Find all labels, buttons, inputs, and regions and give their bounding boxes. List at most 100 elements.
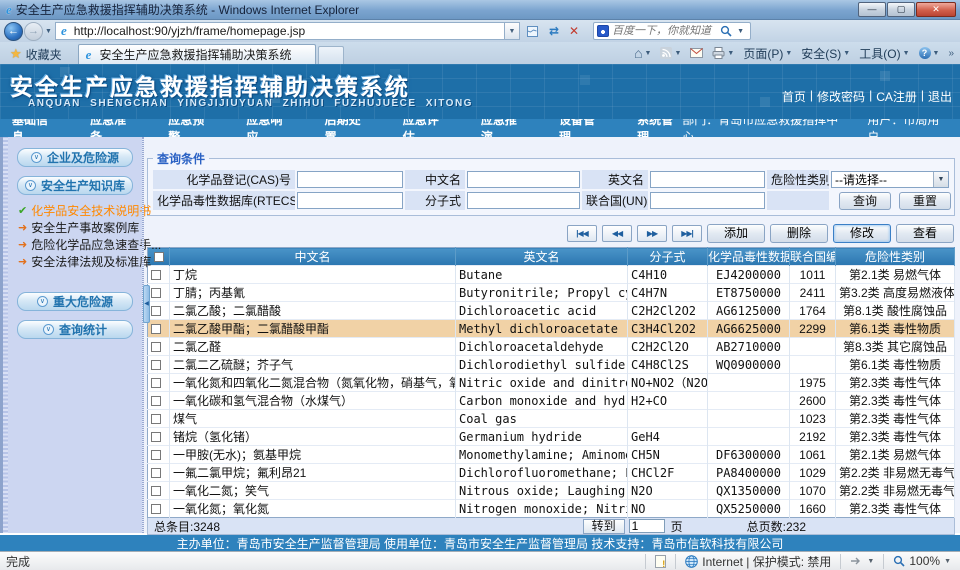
header-link-2[interactable]: CA注册 (876, 88, 917, 105)
column-header-2[interactable]: 分子式 (628, 248, 708, 266)
stop-button[interactable]: ✕ (565, 22, 583, 40)
hazard-class-select[interactable]: --请选择--▼ (831, 171, 949, 188)
row-checkbox[interactable] (151, 270, 161, 280)
history-dropdown-icon[interactable]: ▼ (45, 28, 52, 35)
row-checkbox[interactable] (151, 414, 161, 424)
table-row[interactable]: 一氧化氮和四氧化二氮混合物（氮氧化物，硝基气，氧化氮气体）Nitric oxid… (148, 374, 955, 392)
row-checkbox[interactable] (151, 288, 161, 298)
compatibility-view-button[interactable] (522, 22, 543, 40)
sidebar-section-1[interactable]: ∨安全生产知识库 (17, 176, 133, 195)
table-row[interactable]: 二氯乙酸甲酯；二氯醋酸甲酯Methyl dichloroacetateC3H4C… (148, 320, 955, 338)
menu-page[interactable]: 页面(P)▼ (743, 45, 792, 62)
sidebar-section-3[interactable]: ∨查询统计 (17, 320, 133, 339)
pager-prev-button[interactable]: ◀◀ (602, 225, 632, 242)
menu-security[interactable]: 安全(S)▼ (801, 45, 850, 62)
table-row[interactable]: 二氯二乙硫醚；芥子气Dichlorodiethyl sulfide; Musta… (148, 356, 955, 374)
table-row[interactable]: 一氧化二氮；笑气Nitrous oxide; Laughing gasN2OQX… (148, 482, 955, 500)
chevron-down-icon: ∨ (25, 180, 36, 191)
rtecs-input[interactable] (297, 192, 403, 209)
table-row[interactable]: 一甲胺(无水)；氨基甲烷Monomethylamine; Aminomethan… (148, 446, 955, 464)
forward-button[interactable]: → (24, 22, 43, 41)
sidebar-section-0[interactable]: ∨企业及危险源 (17, 148, 133, 167)
english-name-input[interactable] (650, 171, 765, 188)
search-input[interactable] (612, 25, 717, 37)
column-header-1[interactable]: 英文名 (456, 248, 628, 266)
table-row[interactable]: 二氯乙酸；二氯醋酸Dichloroacetic acidC2H2Cl2O2AG6… (148, 302, 955, 320)
close-button[interactable]: ✕ (916, 2, 956, 17)
table-row[interactable]: 一氟二氯甲烷；氟利昂21Dichlorofluoromethane; Freon… (148, 464, 955, 482)
row-checkbox[interactable] (151, 468, 161, 478)
refresh-button[interactable]: ⇄ (545, 22, 563, 40)
table-row[interactable]: 丁烷ButaneC4H10EJ42000001011第2.1类 易燃气体 (148, 266, 955, 284)
view-button[interactable]: 查看 (896, 224, 954, 243)
feeds-button[interactable]: ▼ (660, 47, 681, 59)
delete-button[interactable]: 删除 (770, 224, 828, 243)
row-checkbox[interactable] (151, 450, 161, 460)
table-row[interactable]: 一氧化碳和氢气混合物（水煤气）Carbon monoxide and hydro… (148, 392, 955, 410)
row-checkbox[interactable] (151, 306, 161, 316)
pager-next-button[interactable]: ▶▶ (637, 225, 667, 242)
status-text: 完成 (6, 553, 30, 570)
reset-button[interactable]: 重置 (899, 192, 951, 210)
menu-tools[interactable]: 工具(O)▼ (859, 45, 909, 62)
select-all-checkbox[interactable] (154, 252, 164, 262)
table-row[interactable]: 丁腈；丙基氰Butyronitrile; Propyl cyanideC4H7N… (148, 284, 955, 302)
header-link-0[interactable]: 首页 (782, 88, 806, 105)
address-dropdown-button[interactable]: ▼ (505, 22, 520, 40)
table-row[interactable]: 锗烷（氢化锗）Germanium hydrideGeH42192第2.3类 毒性… (148, 428, 955, 446)
header-link-3[interactable]: 退出 (928, 88, 952, 105)
maximize-button[interactable]: ▢ (887, 2, 915, 17)
row-checkbox[interactable] (151, 504, 161, 514)
active-tab[interactable]: e 安全生产应急救援指挥辅助决策系统 (78, 44, 316, 64)
sidebar-item-2[interactable]: ➜危险化学品应急速查手... (18, 236, 142, 253)
address-input[interactable]: e http://localhost:90/yjzh/frame/homepag… (55, 22, 505, 40)
sidebar-item-1[interactable]: ➜安全生产事故案例库 (18, 219, 142, 236)
sidebar-collapse-button[interactable]: ◀ (143, 285, 150, 323)
sidebar-section-2[interactable]: ∨重大危险源 (17, 292, 133, 311)
sidebar-item-3[interactable]: ➜安全法律法规及标准库 (18, 253, 142, 270)
column-header-4[interactable]: 联合国编号 (790, 248, 836, 266)
new-tab-button[interactable] (318, 46, 344, 64)
favorites-button[interactable]: ★ 收藏夹 (6, 44, 66, 64)
table-row[interactable]: 二氯乙醛DichloroacetaldehydeC2H2Cl2OAB271000… (148, 338, 955, 356)
modify-button[interactable]: 修改 (833, 224, 891, 243)
row-checkbox[interactable] (151, 396, 161, 406)
formula-input[interactable] (467, 192, 580, 209)
column-header-5[interactable]: 危险性类别 (836, 248, 955, 266)
goto-page-button[interactable]: 转到 (583, 519, 625, 534)
toolbar-overflow-icon[interactable]: » (948, 48, 954, 59)
compat-segment[interactable]: ▼ (840, 554, 883, 569)
row-checkbox[interactable] (151, 324, 161, 334)
table-row[interactable]: 一氧化氮；氧化氮Nitrogen monoxide; Nitric oxideN… (148, 500, 955, 518)
back-button[interactable]: ← (4, 22, 23, 41)
pager-first-button[interactable]: |◀◀ (567, 225, 597, 242)
chinese-name-input[interactable] (467, 171, 580, 188)
un-number-input[interactable] (650, 192, 765, 209)
pager-last-button[interactable]: ▶▶| (672, 225, 702, 242)
header-link-1[interactable]: 修改密码 (817, 88, 865, 105)
query-button[interactable]: 查询 (839, 192, 891, 210)
search-box[interactable]: ▼ (593, 22, 751, 40)
row-checkbox[interactable] (151, 432, 161, 442)
select-arrow-icon[interactable]: ▼ (933, 172, 948, 187)
cas-input[interactable] (297, 171, 403, 188)
table-row[interactable]: 煤气Coal gas1023第2.3类 毒性气体 (148, 410, 955, 428)
sidebar-splitter[interactable]: ◀ (142, 137, 144, 533)
help-button[interactable]: ?▼ (919, 47, 940, 59)
row-checkbox[interactable] (151, 360, 161, 370)
sidebar-item-0[interactable]: ✔化学品安全技术说明书 (18, 202, 142, 219)
row-checkbox[interactable] (151, 486, 161, 496)
mail-button[interactable] (690, 48, 703, 58)
row-checkbox[interactable] (151, 342, 161, 352)
search-dropdown-icon[interactable]: ▼ (737, 28, 744, 35)
minimize-button[interactable]: — (858, 2, 886, 17)
column-header-0[interactable]: 中文名 (170, 248, 456, 266)
add-button[interactable]: 添加 (707, 224, 765, 243)
column-header-3[interactable]: 化学品毒性数据... (708, 248, 790, 266)
search-icon[interactable] (720, 25, 732, 37)
zoom-segment[interactable]: 100% ▼ (883, 554, 960, 569)
print-button[interactable]: ▼ (712, 47, 734, 59)
home-button[interactable]: ⌂▼ (634, 45, 651, 61)
row-checkbox[interactable] (151, 378, 161, 388)
page-number-input[interactable] (629, 519, 665, 533)
